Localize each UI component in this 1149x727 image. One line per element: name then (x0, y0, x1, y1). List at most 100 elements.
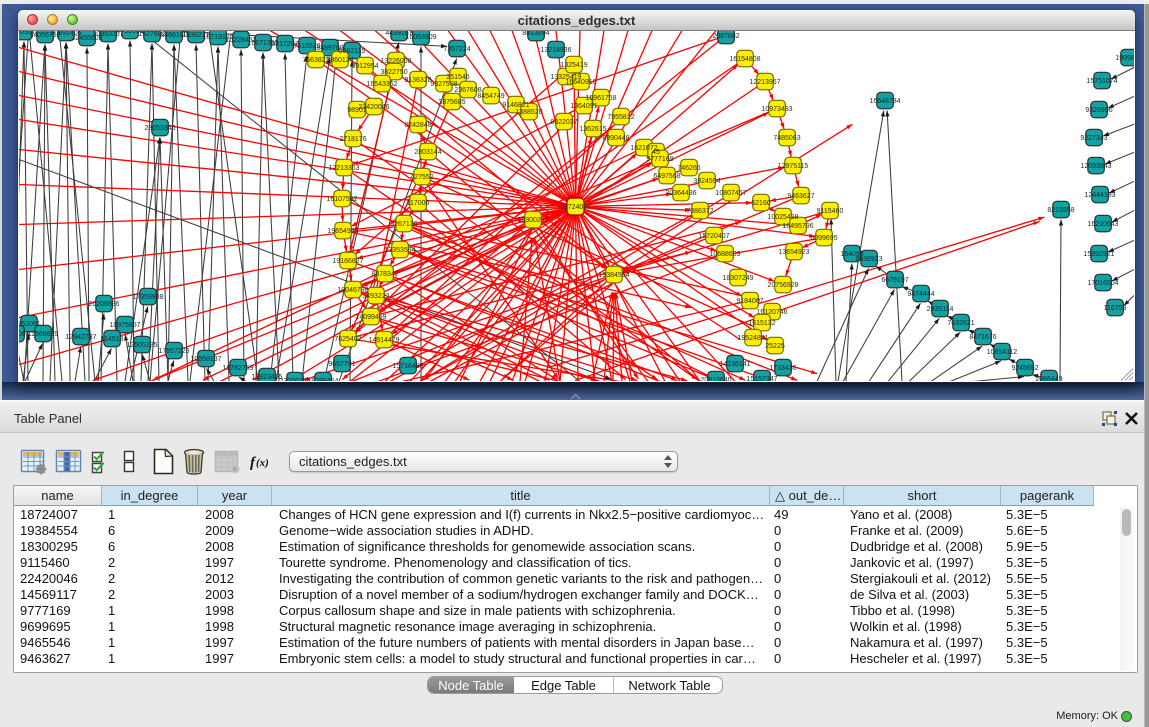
svg-text:20206536: 20206536 (88, 301, 119, 308)
svg-text:8990448: 8990448 (602, 135, 629, 142)
svg-text:(x): (x) (256, 457, 269, 469)
svg-text:15892921: 15892921 (1083, 251, 1114, 258)
svg-text:7485063: 7485063 (773, 135, 800, 142)
svg-text:1733436: 1733436 (769, 365, 796, 372)
svg-text:114513: 114513 (101, 336, 124, 343)
svg-text:7632621: 7632621 (947, 320, 974, 327)
svg-text:13654923: 13654923 (778, 249, 809, 256)
svg-text:12213967: 12213967 (749, 79, 780, 86)
svg-text:3822750: 3822750 (380, 69, 407, 76)
svg-text:17957225: 17957225 (158, 348, 189, 355)
svg-text:8813094: 8813094 (522, 31, 549, 37)
svg-text:8471676: 8471676 (969, 334, 996, 341)
svg-text:13218936: 13218936 (540, 47, 571, 54)
svg-text:3917183: 3917183 (19, 322, 20, 329)
svg-text:2935114: 2935114 (927, 306, 954, 313)
svg-text:16154808: 16154808 (729, 56, 760, 63)
svg-text:3824554: 3824554 (693, 178, 720, 185)
svg-text:23420046: 23420046 (358, 104, 389, 111)
svg-text:20364436: 20364436 (665, 190, 696, 197)
svg-text:10958137: 10958137 (190, 356, 221, 363)
svg-text:10025438: 10025438 (767, 214, 798, 221)
svg-text:7625402: 7625402 (334, 336, 361, 343)
svg-text:9657791: 9657791 (328, 361, 355, 368)
svg-text:10654112: 10654112 (987, 349, 1018, 356)
svg-text:1325419: 1325419 (560, 62, 587, 69)
svg-text:13353594: 13353594 (384, 247, 415, 254)
svg-text:9463627: 9463627 (787, 193, 814, 200)
svg-text:3875685: 3875685 (438, 99, 465, 106)
svg-text:9860124: 9860124 (326, 57, 353, 64)
svg-text:2066449: 2066449 (1035, 376, 1062, 381)
svg-text:8215958: 8215958 (1047, 207, 1074, 214)
svg-text:6099695: 6099695 (810, 235, 837, 242)
svg-text:19299464: 19299464 (307, 378, 338, 381)
svg-text:8136328: 8136328 (404, 77, 431, 84)
svg-text:9245652: 9245652 (1011, 365, 1038, 372)
svg-text:19384554: 19384554 (598, 272, 629, 279)
svg-text:20756928: 20756928 (767, 282, 798, 289)
svg-text:9184067: 9184067 (736, 298, 763, 305)
svg-text:117006: 117006 (407, 200, 430, 207)
svg-text:1388520: 1388520 (515, 109, 542, 116)
svg-text:116753: 116753 (1104, 305, 1127, 312)
svg-text:20813640: 20813640 (700, 377, 731, 381)
svg-text:5682115: 5682115 (339, 48, 366, 55)
svg-text:17016504: 17016504 (1087, 280, 1118, 287)
svg-text:10688609: 10688609 (709, 251, 740, 258)
svg-text:62160: 62160 (751, 200, 771, 207)
svg-text:18724007: 18724007 (560, 204, 591, 211)
svg-text:19166827: 19166827 (332, 258, 363, 265)
svg-text:9474444: 9474444 (907, 291, 934, 298)
svg-text:19524851: 19524851 (737, 335, 768, 342)
svg-text:164095: 164095 (840, 251, 863, 258)
svg-text:16961758: 16961758 (585, 95, 616, 102)
svg-text:8878342: 8878342 (371, 271, 398, 278)
svg-text:14136141: 14136141 (719, 361, 750, 368)
svg-text:16782759: 16782759 (222, 365, 253, 372)
svg-text:12975115: 12975115 (778, 163, 809, 170)
svg-text:8242848: 8242848 (404, 122, 431, 129)
svg-text:25225: 25225 (765, 343, 785, 350)
svg-text:8912954: 8912954 (351, 63, 378, 70)
svg-text:16053809: 16053809 (405, 34, 436, 41)
svg-text:10973493: 10973493 (761, 106, 792, 113)
svg-text:15716485: 15716485 (392, 363, 423, 370)
svg-text:15157347: 15157347 (746, 376, 777, 381)
svg-text:2803144: 2803144 (414, 149, 441, 156)
svg-text:9777169: 9777169 (646, 156, 673, 163)
svg-text:11568629: 11568629 (28, 331, 59, 338)
svg-text:3493222: 3493222 (362, 293, 389, 300)
svg-text:6497568: 6497568 (653, 173, 680, 180)
svg-text:13226058: 13226058 (380, 58, 411, 65)
svg-text:6679197: 6679197 (881, 277, 908, 284)
svg-text:12505135: 12505135 (126, 342, 157, 349)
svg-text:2718176: 2718176 (339, 136, 366, 143)
svg-text:12093843: 12093843 (1080, 163, 1111, 170)
svg-text:1999828: 1999828 (1115, 55, 1134, 62)
svg-text:18300295: 18300295 (517, 217, 548, 224)
svg-text:12923465: 12923465 (251, 374, 282, 381)
svg-text:9329966: 9329966 (1085, 107, 1112, 114)
svg-text:14099459: 14099459 (355, 314, 386, 321)
svg-text:3267130: 3267130 (390, 221, 417, 228)
svg-text:9146821: 9146821 (502, 102, 529, 109)
svg-text:2087682: 2087682 (712, 33, 739, 40)
svg-text:15720407: 15720407 (698, 233, 729, 240)
svg-text:28053346: 28053346 (144, 125, 175, 132)
svg-text:8454749: 8454749 (477, 93, 504, 100)
svg-text:15751074: 15751074 (1086, 78, 1117, 85)
svg-text:7955812: 7955812 (607, 114, 634, 121)
svg-text:12213363: 12213363 (328, 165, 359, 172)
svg-text:12942737: 12942737 (65, 334, 96, 341)
svg-text:9115460: 9115460 (817, 208, 844, 215)
svg-text:10807457: 10807457 (715, 190, 746, 197)
svg-text:7357224: 7357224 (443, 46, 470, 53)
svg-text:427552: 427552 (410, 174, 433, 181)
svg-text:251546: 251546 (446, 74, 469, 81)
svg-text:17359938: 17359938 (132, 294, 163, 301)
svg-text:1362615: 1362615 (579, 126, 606, 133)
svg-text:9227343: 9227343 (1080, 135, 1107, 142)
svg-text:16495796: 16495796 (782, 223, 813, 230)
svg-text:853061: 853061 (19, 321, 41, 328)
